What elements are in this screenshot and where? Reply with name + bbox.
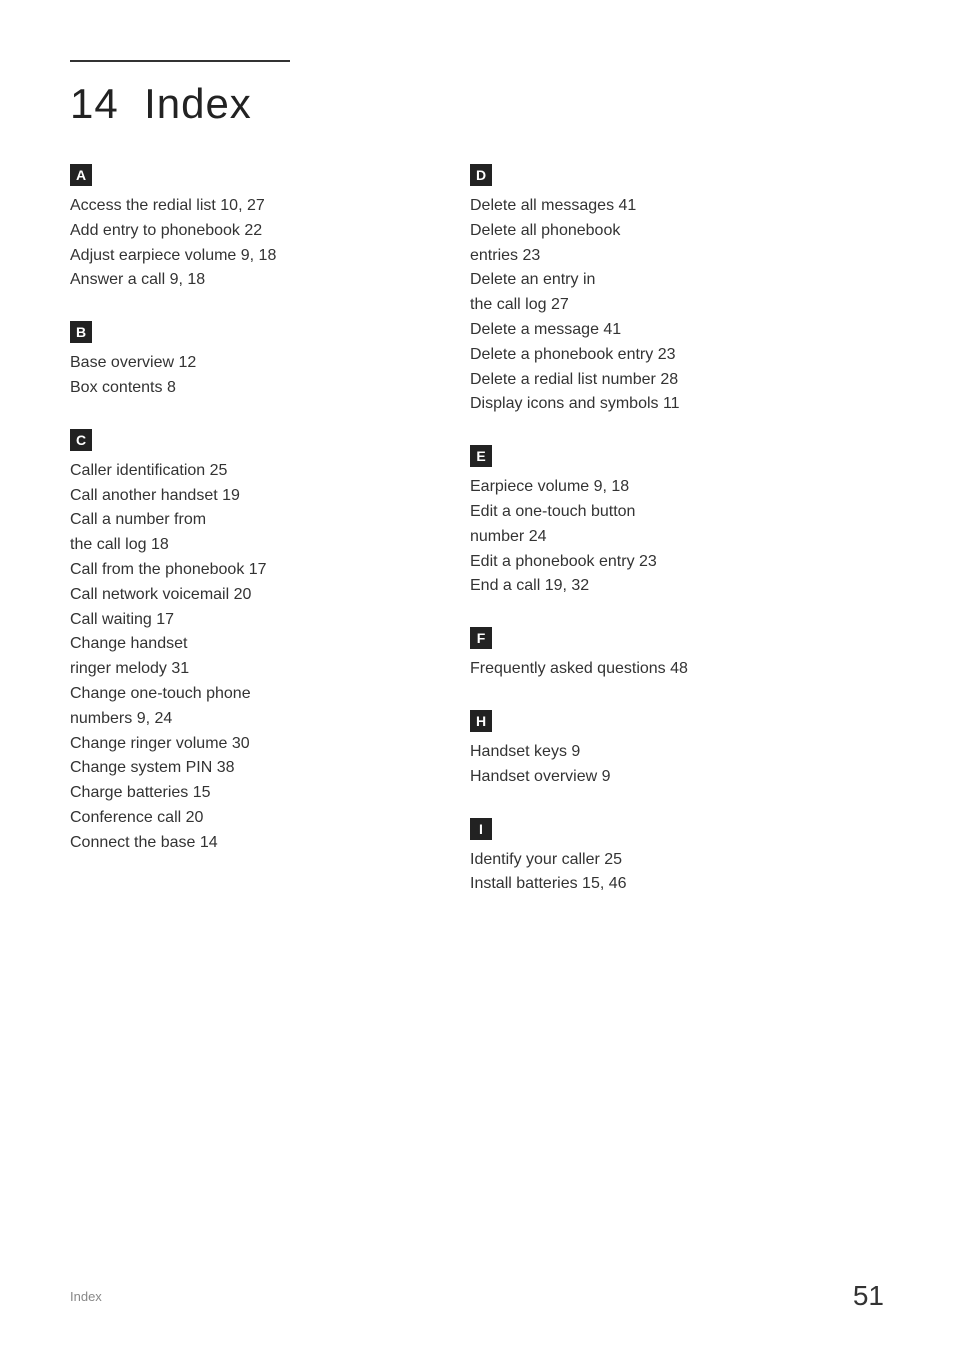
list-item: Delete all messages 41 bbox=[470, 194, 884, 219]
list-item: Call another handset 19 bbox=[70, 484, 430, 509]
section-c: C Caller identification 25Call another ha… bbox=[70, 429, 430, 856]
list-item: Install batteries 15, 46 bbox=[470, 872, 884, 897]
list-item: Connect the base 14 bbox=[70, 831, 430, 856]
list-item: End a call 19, 32 bbox=[470, 574, 884, 599]
section-letter-c: C bbox=[70, 429, 92, 451]
page: 14 Index AAccess the redial list 10, 27A… bbox=[0, 0, 954, 1348]
list-item: Identify your caller 25 bbox=[470, 848, 884, 873]
list-item: Delete a redial list number 28 bbox=[470, 368, 884, 393]
list-item: Add entry to phonebook 22 bbox=[70, 219, 430, 244]
section-letter-h: H bbox=[470, 710, 492, 732]
index-columns: A Access the redial list 10, 27Add entry … bbox=[70, 164, 884, 925]
section-a: A Access the redial list 10, 27Add entry … bbox=[70, 164, 430, 293]
list-item: Edit a phonebook entry 23 bbox=[470, 550, 884, 575]
list-item: Delete a phonebook entry 23 bbox=[470, 343, 884, 368]
footer-page-number: 51 bbox=[853, 1280, 884, 1312]
list-item: Change ringer volume 30 bbox=[70, 732, 430, 757]
list-item: Charge batteries 15 bbox=[70, 781, 430, 806]
top-rule bbox=[70, 60, 290, 62]
section-entries-d: Delete all messages 41Delete all phonebo… bbox=[470, 194, 884, 417]
list-item: Change handset ringer melody 31 bbox=[70, 632, 430, 682]
list-item: Handset overview 9 bbox=[470, 765, 884, 790]
section-letter-d: D bbox=[470, 164, 492, 186]
list-item: Answer a call 9, 18 bbox=[70, 268, 430, 293]
list-item: Adjust earpiece volume 9, 18 bbox=[70, 244, 430, 269]
section-letter-f: F bbox=[470, 627, 492, 649]
list-item: Handset keys 9 bbox=[470, 740, 884, 765]
left-column: A Access the redial list 10, 27Add entry … bbox=[70, 164, 460, 925]
section-entries-f: Frequently asked questions 48 bbox=[470, 657, 884, 682]
section-entries-b: Base overview 12Box contents 8 bbox=[70, 351, 430, 401]
footer-label: Index bbox=[70, 1289, 102, 1304]
list-item: Access the redial list 10, 27 bbox=[70, 194, 430, 219]
section-entries-h: Handset keys 9Handset overview 9 bbox=[470, 740, 884, 790]
section-f: F Frequently asked questions 48 bbox=[470, 627, 884, 682]
list-item: Call from the phonebook 17 bbox=[70, 558, 430, 583]
list-item: Delete a message 41 bbox=[470, 318, 884, 343]
right-column: D Delete all messages 41Delete all phoneb… bbox=[460, 164, 884, 925]
list-item: Caller identification 25 bbox=[70, 459, 430, 484]
section-letter-i: I bbox=[470, 818, 492, 840]
list-item: Edit a one-touch button number 24 bbox=[470, 500, 884, 550]
section-entries-e: Earpiece volume 9, 18Edit a one-touch bu… bbox=[470, 475, 884, 599]
section-entries-i: Identify your caller 25Install batteries… bbox=[470, 848, 884, 898]
list-item: Call a number from the call log 18 bbox=[70, 508, 430, 558]
list-item: Call network voicemail 20 bbox=[70, 583, 430, 608]
list-item: Conference call 20 bbox=[70, 806, 430, 831]
section-entries-a: Access the redial list 10, 27Add entry t… bbox=[70, 194, 430, 293]
list-item: Delete an entry in the call log 27 bbox=[470, 268, 884, 318]
list-item: Call waiting 17 bbox=[70, 608, 430, 633]
list-item: Frequently asked questions 48 bbox=[470, 657, 884, 682]
section-b: B Base overview 12Box contents 8 bbox=[70, 321, 430, 401]
list-item: Base overview 12 bbox=[70, 351, 430, 376]
section-d: D Delete all messages 41Delete all phoneb… bbox=[470, 164, 884, 417]
list-item: Display icons and symbols 11 bbox=[470, 392, 884, 417]
list-item: Change system PIN 38 bbox=[70, 756, 430, 781]
section-entries-c: Caller identification 25Call another han… bbox=[70, 459, 430, 856]
section-letter-e: E bbox=[470, 445, 492, 467]
list-item: Delete all phonebook entries 23 bbox=[470, 219, 884, 269]
page-title: 14 Index bbox=[70, 80, 884, 128]
list-item: Change one-touch phone numbers 9, 24 bbox=[70, 682, 430, 732]
footer: Index 51 bbox=[70, 1280, 884, 1312]
section-e: E Earpiece volume 9, 18Edit a one-touch b… bbox=[470, 445, 884, 599]
section-h: H Handset keys 9Handset overview 9 bbox=[470, 710, 884, 790]
list-item: Earpiece volume 9, 18 bbox=[470, 475, 884, 500]
list-item: Box contents 8 bbox=[70, 376, 430, 401]
section-letter-b: B bbox=[70, 321, 92, 343]
section-i: I Identify your caller 25Install batterie… bbox=[470, 818, 884, 898]
section-letter-a: A bbox=[70, 164, 92, 186]
